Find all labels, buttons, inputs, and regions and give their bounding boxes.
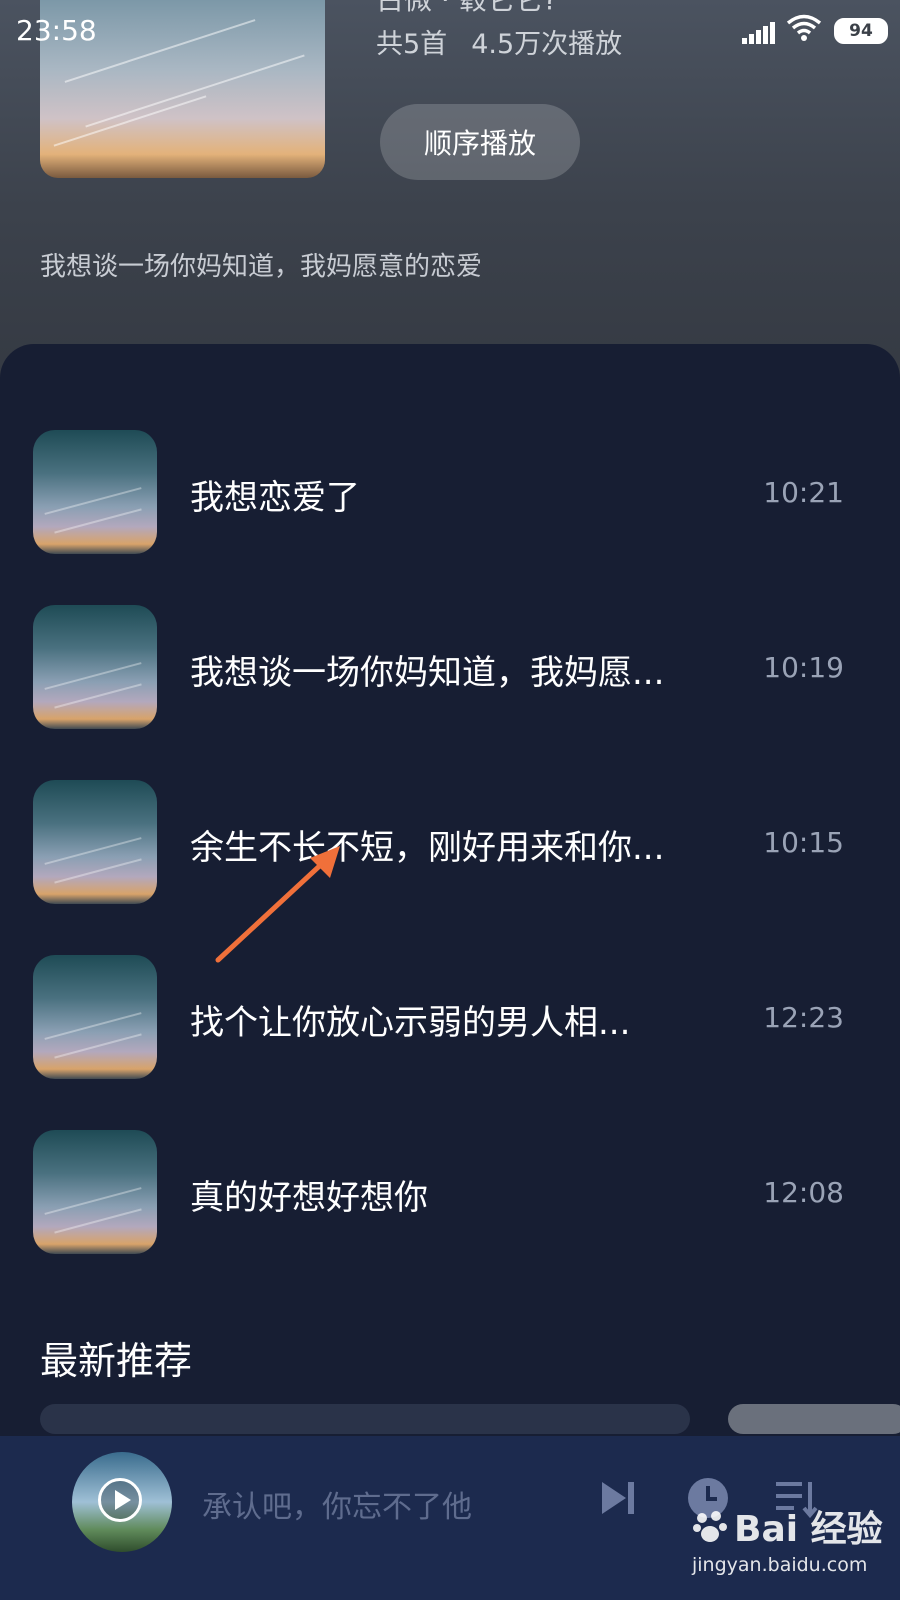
- song-title: 真的好想好想你: [190, 1178, 428, 1218]
- song-time: 10:15: [763, 826, 844, 859]
- signal-icon: [742, 22, 775, 44]
- song-row[interactable]: 余生不长不短，刚好用来和你... 10:15: [0, 780, 900, 906]
- battery-icon: 94: [834, 18, 888, 44]
- album-description: 我想谈一场你妈知道，我妈愿意的恋爱: [40, 252, 483, 282]
- now-playing-cover[interactable]: [72, 1452, 172, 1552]
- wifi-icon: [786, 14, 822, 41]
- song-title: 余生不长不短，刚好用来和你...: [190, 828, 665, 868]
- latest-recommendations-heading: 最新推荐: [40, 1339, 193, 1383]
- song-time: 12:08: [763, 1176, 844, 1209]
- status-time: 23:58: [16, 14, 97, 47]
- song-row[interactable]: 真的好想好想你 12:08: [0, 1130, 900, 1256]
- song-time: 10:21: [763, 476, 844, 509]
- baidu-jingyan-watermark: Bai 经验 jingyan.baidu.com: [692, 1500, 892, 1590]
- song-thumbnail: [33, 605, 157, 729]
- song-thumbnail: [33, 430, 157, 554]
- recommendation-card[interactable]: [728, 1404, 900, 1434]
- paw-icon: [693, 1511, 727, 1542]
- recommendation-card[interactable]: [40, 1404, 690, 1434]
- song-time: 10:19: [763, 651, 844, 684]
- watermark-url: jingyan.baidu.com: [692, 1554, 868, 1576]
- song-thumbnail: [33, 1130, 157, 1254]
- song-thumbnail: [33, 780, 157, 904]
- play-icon[interactable]: [98, 1478, 142, 1522]
- now-playing-title[interactable]: 承认吧，你忘不了他: [202, 1482, 472, 1526]
- sequential-play-button[interactable]: 顺序播放: [380, 104, 580, 180]
- watermark-brand: Bai 经验: [734, 1509, 883, 1550]
- song-list-panel: 我想恋爱了 10:21 我想谈一场你妈知道，我妈愿... 10:19 余生不长不…: [0, 344, 900, 1600]
- status-bar: 23:58 94: [0, 0, 900, 62]
- next-track-icon[interactable]: [598, 1478, 638, 1518]
- song-time: 12:23: [763, 1001, 844, 1034]
- song-thumbnail: [33, 955, 157, 1079]
- song-title: 我想谈一场你妈知道，我妈愿...: [190, 653, 665, 693]
- song-title: 找个让你放心示弱的男人相...: [190, 1003, 631, 1043]
- song-title: 我想恋爱了: [190, 478, 360, 518]
- song-row[interactable]: 我想恋爱了 10:21: [0, 430, 900, 556]
- song-row[interactable]: 我想谈一场你妈知道，我妈愿... 10:19: [0, 605, 900, 731]
- song-row[interactable]: 找个让你放心示弱的男人相... 12:23: [0, 955, 900, 1081]
